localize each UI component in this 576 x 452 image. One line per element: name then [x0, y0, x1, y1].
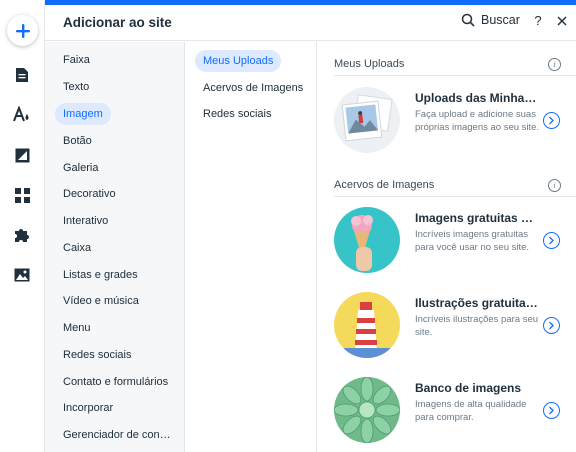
subcategory-item[interactable]: Redes sociais — [195, 103, 279, 125]
category-item[interactable]: Gerenciador de con… — [55, 424, 179, 446]
section-title: Meus Uploads — [334, 58, 405, 70]
pages-icon[interactable] — [12, 65, 32, 85]
panel-title: Adicionar ao site — [63, 15, 172, 30]
info-icon[interactable]: i — [548, 58, 561, 71]
chevron-right-icon — [549, 116, 554, 125]
section-title: Acervos de Imagens — [334, 179, 435, 191]
category-list: Faixa Texto Imagem Botão Galeria Decorat… — [45, 42, 185, 452]
category-item[interactable]: Faixa — [55, 49, 98, 71]
card-title: Uploads das Minha… — [415, 91, 537, 105]
left-tool-rail — [0, 0, 45, 452]
add-button[interactable] — [7, 15, 38, 46]
illustrations-thumbnail — [334, 292, 400, 358]
card-arrow-button[interactable] — [543, 317, 560, 334]
help-button[interactable]: ? — [531, 13, 545, 28]
category-item[interactable]: Menu — [55, 317, 99, 339]
media-card[interactable]: Uploads das Minha… Faça upload e adicion… — [334, 87, 576, 157]
search-icon — [461, 13, 475, 27]
subcategory-item-active[interactable]: Meus Uploads — [195, 50, 282, 72]
category-item[interactable]: Decorativo — [55, 183, 124, 205]
search-label: Buscar — [481, 13, 520, 27]
section-divider — [334, 75, 576, 76]
category-item[interactable]: Contato e formulários — [55, 371, 176, 393]
card-description: Incríveis ilustrações para seu site. — [415, 314, 539, 338]
card-title: Imagens gratuitas … — [415, 211, 534, 225]
content-panel: Meus Uploads i Uploads das Minha… Faça u… — [318, 42, 576, 452]
card-description: Imagens de alta qualidade para comprar. — [415, 399, 527, 423]
card-arrow-button[interactable] — [543, 112, 560, 129]
section-divider — [334, 196, 576, 197]
free-images-thumbnail — [334, 207, 400, 273]
search-button[interactable]: Buscar — [461, 13, 520, 27]
card-arrow-button[interactable] — [543, 232, 560, 249]
chevron-right-icon — [549, 321, 554, 330]
design-icon[interactable] — [12, 105, 32, 125]
category-item[interactable]: Galeria — [55, 157, 106, 179]
category-item[interactable]: Redes sociais — [55, 344, 139, 366]
card-title: Ilustrações gratuita… — [415, 296, 538, 310]
media-card[interactable]: Banco de imagens Imagens de alta qualida… — [334, 377, 576, 447]
panel-header: Adicionar ao site Buscar ? — [45, 5, 576, 41]
info-icon[interactable]: i — [548, 179, 561, 192]
media-card[interactable]: Imagens gratuitas … Incríveis imagens gr… — [334, 207, 576, 277]
category-item[interactable]: Caixa — [55, 237, 99, 259]
chevron-right-icon — [549, 236, 554, 245]
puzzle-icon[interactable] — [12, 225, 32, 245]
stock-images-thumbnail — [334, 377, 400, 443]
close-icon — [557, 16, 567, 26]
apps-icon[interactable] — [12, 185, 32, 205]
chevron-right-icon — [549, 406, 554, 415]
category-item[interactable]: Listas e grades — [55, 264, 146, 286]
category-item[interactable]: Vídeo e música — [55, 290, 147, 312]
close-button[interactable] — [555, 13, 569, 29]
card-title: Banco de imagens — [415, 381, 522, 395]
card-description: Faça upload e adicione suas próprias ima… — [415, 109, 540, 133]
card-description: Incríveis imagens gratuitas para você us… — [415, 229, 530, 253]
background-icon[interactable] — [12, 145, 32, 165]
media-icon[interactable] — [12, 265, 32, 285]
category-item[interactable]: Botão — [55, 130, 100, 152]
card-arrow-button[interactable] — [543, 402, 560, 419]
subcategory-item[interactable]: Acervos de Imagens — [195, 77, 311, 99]
category-item-active[interactable]: Imagem — [55, 103, 111, 125]
plus-icon — [15, 23, 30, 38]
media-card[interactable]: Ilustrações gratuita… Incríveis ilustraç… — [334, 292, 576, 362]
subcategory-list: Meus Uploads Acervos de Imagens Redes so… — [185, 42, 317, 452]
category-item[interactable]: Interativo — [55, 210, 116, 232]
category-item[interactable]: Texto — [55, 76, 97, 98]
uploads-thumbnail — [334, 87, 400, 153]
category-item[interactable]: Incorporar — [55, 397, 121, 419]
